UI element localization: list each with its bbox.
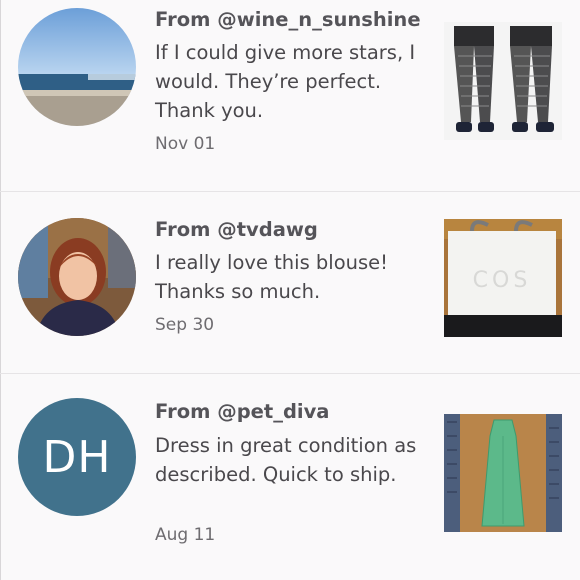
reviewer-avatar[interactable]: DH	[18, 398, 136, 516]
review-from: From @wine_n_sunshine	[155, 8, 421, 31]
review-item: From @tvdawg I really love this blouse! …	[0, 192, 580, 373]
cos-bag-photo: COS	[444, 219, 562, 337]
review-date: Sep 30	[155, 315, 215, 335]
review-date: Aug 11	[155, 525, 216, 545]
green-dress-photo	[444, 414, 562, 532]
review-text: Dress in great condition as described. Q…	[155, 434, 417, 486]
reviewer-username[interactable]: @tvdawg	[217, 218, 318, 241]
review-text: If I could give more stars, I would. The…	[155, 41, 416, 122]
review-from: From @tvdawg	[155, 218, 318, 241]
avatar-initials: DH	[42, 431, 112, 483]
reviewer-avatar[interactable]	[18, 218, 136, 336]
item-thumbnail[interactable]: COS	[444, 219, 562, 337]
from-prefix: From	[155, 8, 218, 31]
reviewer-username[interactable]: @pet_diva	[217, 400, 329, 423]
leggings-photo	[444, 22, 562, 140]
review-text: I really love this blouse! Thanks so muc…	[155, 251, 388, 303]
review-date: Nov 01	[155, 134, 216, 154]
portrait-photo	[18, 218, 136, 336]
item-thumbnail[interactable]	[444, 22, 562, 140]
from-prefix: From	[155, 400, 218, 423]
reviewer-avatar[interactable]	[18, 8, 136, 126]
from-prefix: From	[155, 218, 218, 241]
item-thumbnail[interactable]	[444, 414, 562, 532]
reviewer-username[interactable]: @wine_n_sunshine	[217, 8, 420, 31]
bag-logo: COS	[473, 268, 532, 293]
review-item: From @wine_n_sunshine If I could give mo…	[0, 0, 580, 181]
review-item: DH From @pet_diva Dress in great conditi…	[0, 374, 580, 555]
beach-photo	[18, 8, 136, 126]
review-from: From @pet_diva	[155, 400, 329, 423]
